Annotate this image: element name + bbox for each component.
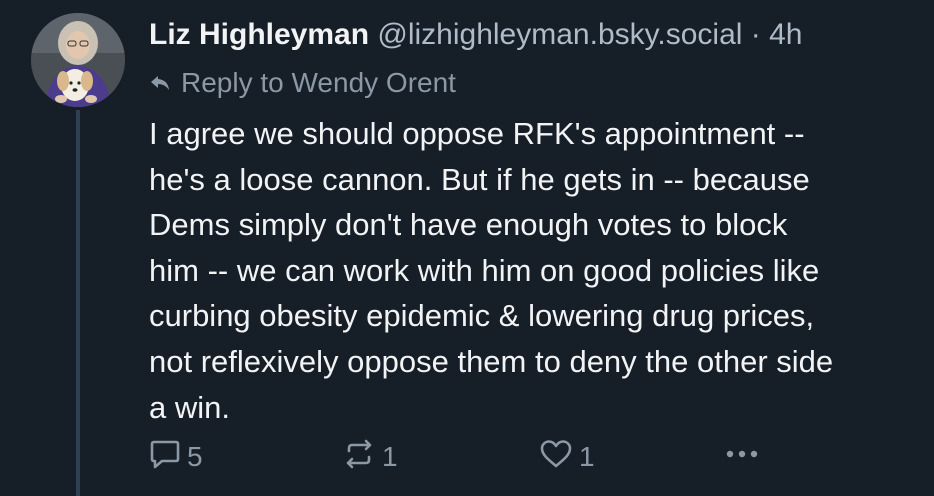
reply-button[interactable]: 5 bbox=[149, 437, 203, 477]
thread-line bbox=[76, 110, 80, 496]
reply-to-indicator[interactable]: Reply to Wendy Orent bbox=[149, 64, 456, 102]
repost-button[interactable]: 1 bbox=[342, 437, 398, 477]
ellipsis-icon bbox=[725, 438, 759, 477]
post-header: Liz Highleyman @lizhighleyman.bsky.socia… bbox=[149, 14, 803, 56]
post-text: I agree we should oppose RFK's appointme… bbox=[149, 116, 834, 425]
post-actions: 5 1 1 bbox=[149, 437, 759, 477]
like-count: 1 bbox=[579, 441, 595, 472]
more-options-button[interactable] bbox=[725, 437, 759, 477]
speech-bubble-icon bbox=[149, 438, 181, 477]
avatar-image bbox=[31, 13, 125, 107]
post-timestamp[interactable]: 4h bbox=[769, 18, 802, 51]
repost-arrows-icon bbox=[342, 438, 376, 477]
reply-count: 5 bbox=[187, 441, 203, 472]
reply-arrow-icon bbox=[149, 64, 171, 102]
avatar[interactable] bbox=[31, 13, 125, 107]
heart-icon bbox=[539, 438, 573, 477]
author-display-name[interactable]: Liz Highleyman bbox=[149, 18, 369, 51]
like-button[interactable]: 1 bbox=[539, 437, 595, 477]
header-separator: · bbox=[750, 18, 761, 51]
repost-count: 1 bbox=[382, 441, 398, 472]
author-handle[interactable]: @lizhighleyman.bsky.social bbox=[377, 18, 742, 51]
reply-to-label: Reply to Wendy Orent bbox=[181, 67, 456, 98]
